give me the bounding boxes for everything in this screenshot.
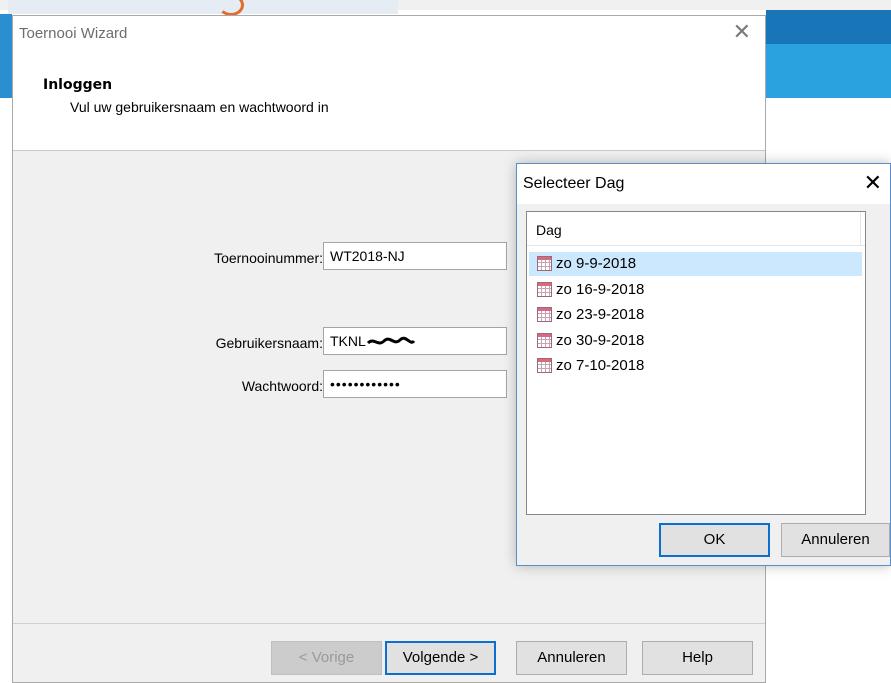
calendar-icon [537,256,552,271]
close-icon[interactable]: ✕ [733,21,751,43]
list-item[interactable]: zo 23-9-2018 [529,303,862,327]
next-button[interactable]: Volgende > [385,641,496,675]
tournament-number-label: Toernooinummer: [214,250,323,266]
list-item-label: zo 16-9-2018 [556,281,645,298]
background-header-band [766,44,891,98]
column-header-label: Dag [536,222,562,238]
dialog-cancel-button[interactable]: Annuleren [781,523,890,557]
column-divider [860,212,861,245]
password-value: •••••••••••• [330,376,401,392]
calendar-icon [537,282,552,297]
calendar-icon [537,358,552,373]
tournament-number-input[interactable]: WT2018-NJ [323,242,507,270]
username-label: Gebruikersnaam: [215,335,323,351]
list-item-label: zo 30-9-2018 [556,332,645,349]
dialog-title: Selecteer Dag [523,175,625,192]
footer-divider [13,623,765,624]
day-list[interactable]: Dag zo 9-9-2018 zo 16-9-2018 zo 23-9-201… [526,211,866,515]
page-title: Inloggen [43,77,113,93]
back-button[interactable]: < Vorige [271,641,382,675]
ok-button[interactable]: OK [659,523,770,557]
background-logo-area [8,0,398,16]
logo-mark-icon [218,0,244,16]
list-item-label: zo 9-9-2018 [556,255,637,272]
cancel-button[interactable]: Annuleren [516,641,627,675]
calendar-icon [537,333,552,348]
list-item[interactable]: zo 7-10-2018 [529,354,862,378]
wizard-title: Toernooi Wizard [19,25,128,42]
redaction-scribble [366,337,415,345]
list-item[interactable]: zo 16-9-2018 [529,278,862,302]
calendar-icon [537,307,552,322]
day-column-header[interactable]: Dag [527,212,865,246]
list-item-label: zo 23-9-2018 [556,306,645,323]
list-item-label: zo 7-10-2018 [556,357,645,374]
page-subtitle: Vul uw gebruikersnaam en wachtwoord in [70,99,329,115]
username-input[interactable]: TKNL [323,327,507,355]
wizard-titlebar: Toernooi Wizard ✕ [13,16,765,50]
tournament-number-value: WT2018-NJ [330,248,405,264]
close-icon[interactable]: ✕ [864,172,882,194]
dialog-titlebar: Selecteer Dag ✕ [517,164,890,204]
background-header-bar [766,10,891,44]
list-item[interactable]: zo 30-9-2018 [529,329,862,353]
background-left-edge [0,14,12,98]
help-button[interactable]: Help [642,641,753,675]
password-input[interactable]: •••••••••••• [323,370,507,398]
list-item[interactable]: zo 9-9-2018 [529,252,862,276]
username-value: TKNL [330,333,366,349]
password-label: Wachtwoord: [241,378,323,394]
select-day-dialog: Selecteer Dag ✕ Dag zo 9-9-2018 zo 16-9-… [516,163,891,566]
wizard-header: Inloggen Vul uw gebruikersnaam en wachtw… [13,50,765,151]
